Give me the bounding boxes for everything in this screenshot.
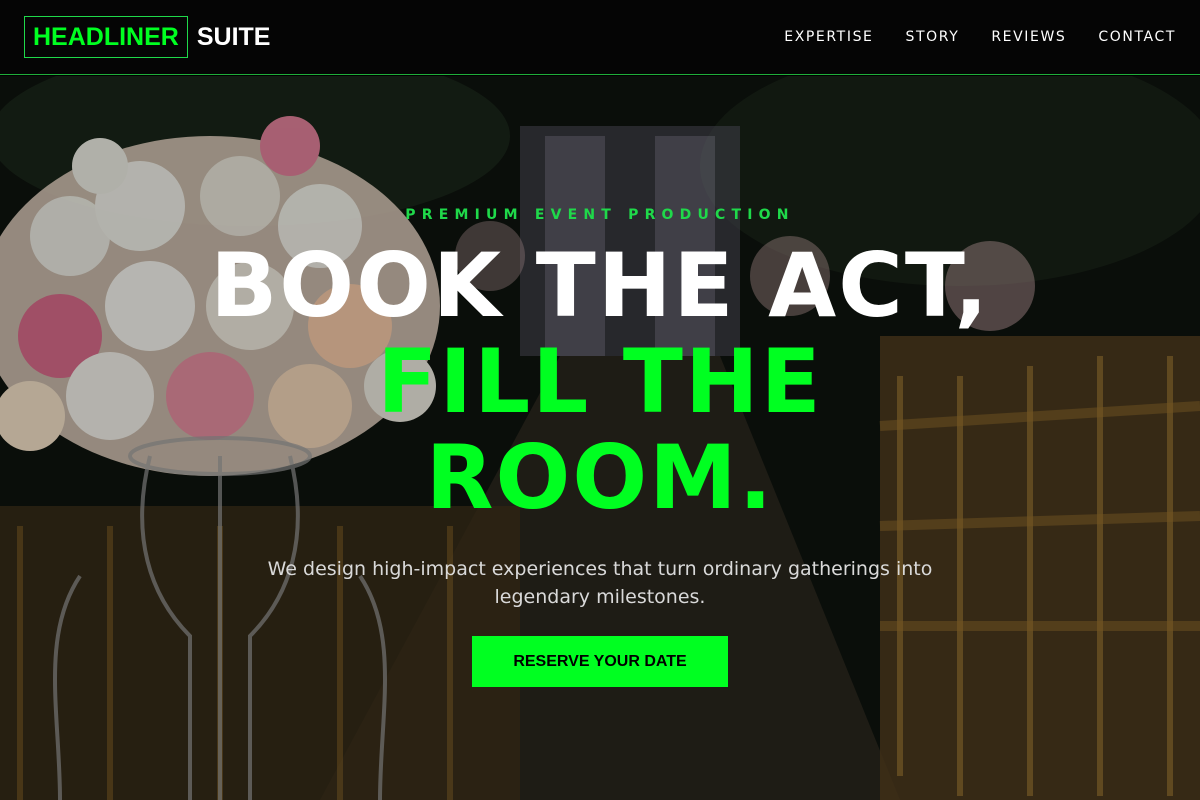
hero-headline: BOOK THE ACT, FILL THE ROOM. <box>0 238 1200 526</box>
headline-line-3: ROOM. <box>425 426 775 529</box>
reserve-date-button[interactable]: RESERVE YOUR DATE <box>472 636 728 687</box>
hero-description: We design high-impact experiences that t… <box>267 558 933 608</box>
nav-link-contact[interactable]: CONTACT <box>1098 29 1176 45</box>
nav-link-reviews[interactable]: REVIEWS <box>991 29 1066 45</box>
logo-secondary: SUITE <box>196 22 271 51</box>
logo-primary: HEADLINER <box>24 16 188 58</box>
nav-link-story[interactable]: STORY <box>906 29 960 45</box>
nav-link-expertise[interactable]: EXPERTISE <box>784 29 873 45</box>
headline-line-2: FILL THE <box>377 330 823 433</box>
hero-eyebrow: PREMIUM EVENT PRODUCTION <box>405 207 795 223</box>
main-nav: EXPERTISE STORY REVIEWS CONTACT <box>752 29 1176 45</box>
headline-line-1: BOOK THE ACT, <box>210 234 990 337</box>
logo[interactable]: HEADLINER SUITE <box>24 16 270 58</box>
site-header: HEADLINER SUITE EXPERTISE STORY REVIEWS … <box>0 0 1200 75</box>
